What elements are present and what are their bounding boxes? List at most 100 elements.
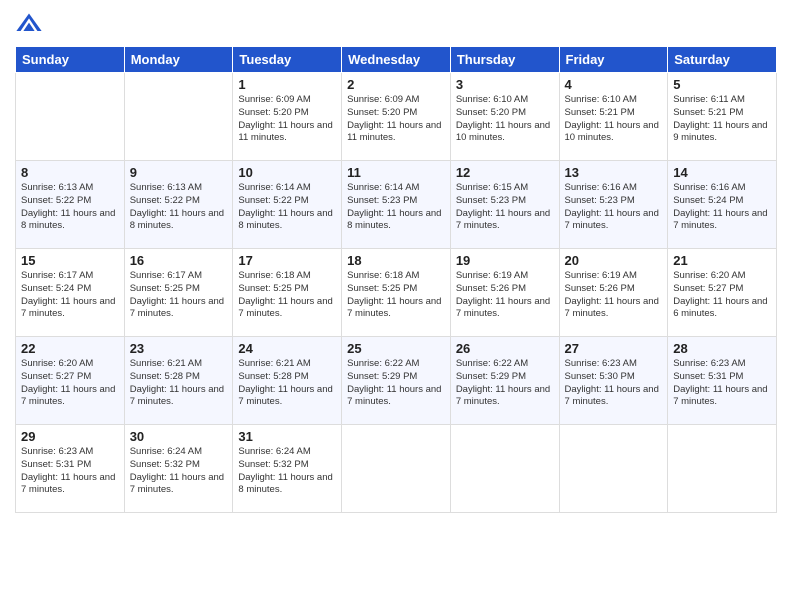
day-number: 13 xyxy=(565,165,663,180)
day-number: 24 xyxy=(238,341,336,356)
day-number: 20 xyxy=(565,253,663,268)
calendar-cell: 31 Sunrise: 6:24 AMSunset: 5:32 PMDayligh… xyxy=(233,425,342,513)
day-info: Sunrise: 6:09 AMSunset: 5:20 PMDaylight:… xyxy=(347,94,445,145)
day-number: 14 xyxy=(673,165,771,180)
calendar-cell: 22 Sunrise: 6:20 AMSunset: 5:27 PMDayligh… xyxy=(16,337,125,425)
calendar-cell: 5 Sunrise: 6:11 AMSunset: 5:21 PMDaylight… xyxy=(668,73,777,161)
calendar-week-row: 15 Sunrise: 6:17 AMSunset: 5:24 PMDayligh… xyxy=(16,249,777,337)
calendar-cell: 28 Sunrise: 6:23 AMSunset: 5:31 PMDayligh… xyxy=(668,337,777,425)
calendar-cell: 9Sunrise: 6:13 AMSunset: 5:22 PMDaylight… xyxy=(124,161,233,249)
calendar-cell: 26Sunrise: 6:22 AMSunset: 5:29 PMDayligh… xyxy=(450,337,559,425)
calendar-week-row: 29 Sunrise: 6:23 AMSunset: 5:31 PMDayligh… xyxy=(16,425,777,513)
day-info: Sunrise: 6:16 AMSunset: 5:24 PMDaylight:… xyxy=(673,182,771,233)
calendar-cell: 10 Sunrise: 6:14 AMSunset: 5:22 PMDayligh… xyxy=(233,161,342,249)
calendar-week-row: 1 Sunrise: 6:09 AMSunset: 5:20 PMDaylight… xyxy=(16,73,777,161)
day-info: Sunrise: 6:24 AMSunset: 5:32 PMDaylight:… xyxy=(238,446,336,497)
calendar-cell xyxy=(668,425,777,513)
calendar-cell: 16 Sunrise: 6:17 AMSunset: 5:25 PMDayligh… xyxy=(124,249,233,337)
calendar-week-row: 8Sunrise: 6:13 AMSunset: 5:22 PMDaylight… xyxy=(16,161,777,249)
day-number: 26 xyxy=(456,341,554,356)
weekday-header: Sunday xyxy=(16,47,125,73)
day-number: 11 xyxy=(347,165,445,180)
day-info: Sunrise: 6:20 AMSunset: 5:27 PMDaylight:… xyxy=(673,270,771,321)
day-number: 29 xyxy=(21,429,119,444)
calendar-week-row: 22 Sunrise: 6:20 AMSunset: 5:27 PMDayligh… xyxy=(16,337,777,425)
day-info: Sunrise: 6:24 AMSunset: 5:32 PMDaylight:… xyxy=(130,446,228,497)
calendar-cell: 23 Sunrise: 6:21 AMSunset: 5:28 PMDayligh… xyxy=(124,337,233,425)
day-info: Sunrise: 6:20 AMSunset: 5:27 PMDaylight:… xyxy=(21,358,119,409)
day-number: 31 xyxy=(238,429,336,444)
day-info: Sunrise: 6:09 AMSunset: 5:20 PMDaylight:… xyxy=(238,94,336,145)
day-number: 27 xyxy=(565,341,663,356)
day-info: Sunrise: 6:19 AMSunset: 5:26 PMDaylight:… xyxy=(565,270,663,321)
calendar-cell: 15 Sunrise: 6:17 AMSunset: 5:24 PMDayligh… xyxy=(16,249,125,337)
weekday-header: Saturday xyxy=(668,47,777,73)
calendar-cell: 17 Sunrise: 6:18 AMSunset: 5:25 PMDayligh… xyxy=(233,249,342,337)
day-number: 18 xyxy=(347,253,445,268)
calendar-cell: 3 Sunrise: 6:10 AMSunset: 5:20 PMDaylight… xyxy=(450,73,559,161)
calendar-cell: 11 Sunrise: 6:14 AMSunset: 5:23 PMDayligh… xyxy=(342,161,451,249)
weekday-header: Thursday xyxy=(450,47,559,73)
day-number: 30 xyxy=(130,429,228,444)
calendar-cell xyxy=(16,73,125,161)
day-info: Sunrise: 6:17 AMSunset: 5:25 PMDaylight:… xyxy=(130,270,228,321)
calendar: SundayMondayTuesdayWednesdayThursdayFrid… xyxy=(15,46,777,513)
day-info: Sunrise: 6:21 AMSunset: 5:28 PMDaylight:… xyxy=(130,358,228,409)
day-info: Sunrise: 6:17 AMSunset: 5:24 PMDaylight:… xyxy=(21,270,119,321)
calendar-cell: 29 Sunrise: 6:23 AMSunset: 5:31 PMDayligh… xyxy=(16,425,125,513)
calendar-cell xyxy=(559,425,668,513)
calendar-cell xyxy=(342,425,451,513)
calendar-cell: 21 Sunrise: 6:20 AMSunset: 5:27 PMDayligh… xyxy=(668,249,777,337)
day-info: Sunrise: 6:23 AMSunset: 5:30 PMDaylight:… xyxy=(565,358,663,409)
calendar-cell: 14 Sunrise: 6:16 AMSunset: 5:24 PMDayligh… xyxy=(668,161,777,249)
day-number: 21 xyxy=(673,253,771,268)
day-number: 23 xyxy=(130,341,228,356)
calendar-cell xyxy=(450,425,559,513)
day-info: Sunrise: 6:11 AMSunset: 5:21 PMDaylight:… xyxy=(673,94,771,145)
day-info: Sunrise: 6:22 AMSunset: 5:29 PMDaylight:… xyxy=(347,358,445,409)
day-info: Sunrise: 6:15 AMSunset: 5:23 PMDaylight:… xyxy=(456,182,554,233)
day-number: 4 xyxy=(565,77,663,92)
logo-icon xyxy=(15,10,43,38)
page: SundayMondayTuesdayWednesdayThursdayFrid… xyxy=(0,0,792,612)
day-info: Sunrise: 6:13 AMSunset: 5:22 PMDaylight:… xyxy=(21,182,119,233)
logo xyxy=(15,10,47,38)
day-info: Sunrise: 6:14 AMSunset: 5:23 PMDaylight:… xyxy=(347,182,445,233)
weekday-header: Wednesday xyxy=(342,47,451,73)
day-number: 10 xyxy=(238,165,336,180)
day-number: 16 xyxy=(130,253,228,268)
calendar-cell: 25 Sunrise: 6:22 AMSunset: 5:29 PMDayligh… xyxy=(342,337,451,425)
day-number: 1 xyxy=(238,77,336,92)
calendar-cell: 20 Sunrise: 6:19 AMSunset: 5:26 PMDayligh… xyxy=(559,249,668,337)
day-number: 5 xyxy=(673,77,771,92)
day-number: 22 xyxy=(21,341,119,356)
day-number: 17 xyxy=(238,253,336,268)
weekday-header: Tuesday xyxy=(233,47,342,73)
day-info: Sunrise: 6:18 AMSunset: 5:25 PMDaylight:… xyxy=(347,270,445,321)
day-number: 2 xyxy=(347,77,445,92)
day-number: 25 xyxy=(347,341,445,356)
day-info: Sunrise: 6:23 AMSunset: 5:31 PMDaylight:… xyxy=(21,446,119,497)
calendar-cell xyxy=(124,73,233,161)
day-number: 28 xyxy=(673,341,771,356)
calendar-cell: 4Sunrise: 6:10 AMSunset: 5:21 PMDaylight… xyxy=(559,73,668,161)
calendar-cell: 18 Sunrise: 6:18 AMSunset: 5:25 PMDayligh… xyxy=(342,249,451,337)
calendar-cell: 1 Sunrise: 6:09 AMSunset: 5:20 PMDaylight… xyxy=(233,73,342,161)
calendar-cell: 2 Sunrise: 6:09 AMSunset: 5:20 PMDaylight… xyxy=(342,73,451,161)
day-number: 9 xyxy=(130,165,228,180)
day-info: Sunrise: 6:14 AMSunset: 5:22 PMDaylight:… xyxy=(238,182,336,233)
day-info: Sunrise: 6:10 AMSunset: 5:20 PMDaylight:… xyxy=(456,94,554,145)
header xyxy=(15,10,777,38)
day-number: 15 xyxy=(21,253,119,268)
day-info: Sunrise: 6:18 AMSunset: 5:25 PMDaylight:… xyxy=(238,270,336,321)
weekday-header: Friday xyxy=(559,47,668,73)
day-info: Sunrise: 6:23 AMSunset: 5:31 PMDaylight:… xyxy=(673,358,771,409)
calendar-cell: 13 Sunrise: 6:16 AMSunset: 5:23 PMDayligh… xyxy=(559,161,668,249)
calendar-cell: 8Sunrise: 6:13 AMSunset: 5:22 PMDaylight… xyxy=(16,161,125,249)
day-number: 3 xyxy=(456,77,554,92)
day-info: Sunrise: 6:19 AMSunset: 5:26 PMDaylight:… xyxy=(456,270,554,321)
day-info: Sunrise: 6:16 AMSunset: 5:23 PMDaylight:… xyxy=(565,182,663,233)
calendar-cell: 27 Sunrise: 6:23 AMSunset: 5:30 PMDayligh… xyxy=(559,337,668,425)
day-number: 19 xyxy=(456,253,554,268)
day-number: 12 xyxy=(456,165,554,180)
